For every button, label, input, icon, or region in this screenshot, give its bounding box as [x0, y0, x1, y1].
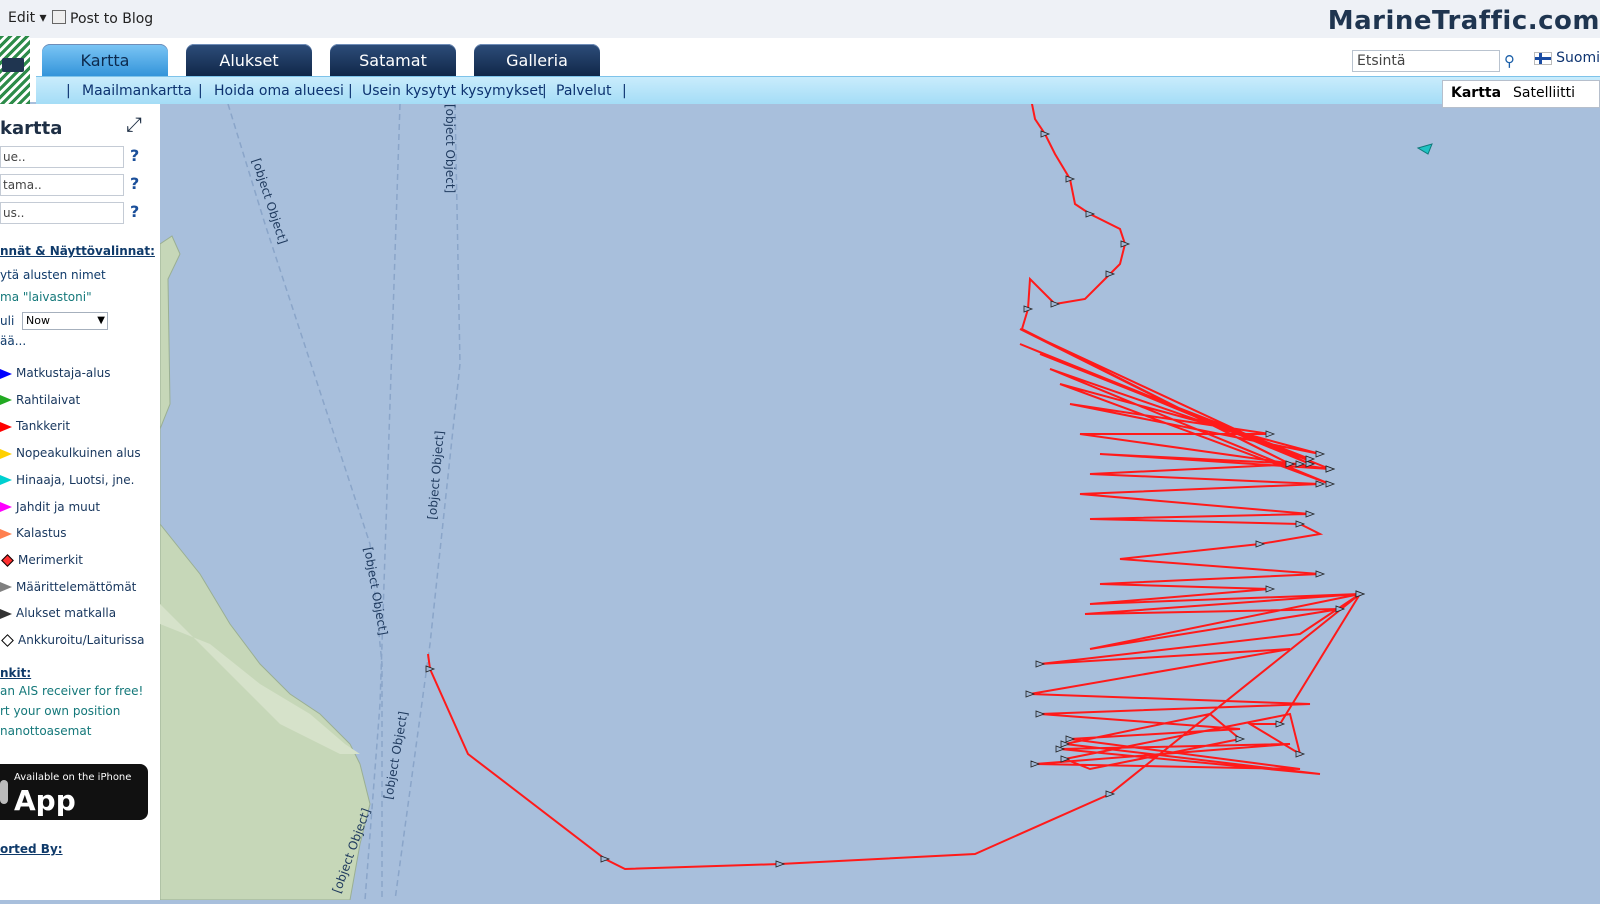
- legend-item[interactable]: Merimerkit: [0, 553, 83, 567]
- finland-flag-icon: [1534, 51, 1553, 65]
- vessel-type-icon: [0, 502, 12, 512]
- ship-icon: [2, 58, 24, 72]
- legend-label: Alukset matkalla: [16, 606, 117, 621]
- sea-area: [160, 104, 1600, 900]
- links-heading: nkit:: [0, 666, 32, 680]
- blog-icon: [52, 10, 66, 24]
- map-canvas[interactable]: [object Object] [object Object] [object …: [157, 90, 1600, 901]
- ais-receiver-link[interactable]: an AIS receiver for free!: [0, 684, 143, 698]
- search-icon[interactable]: ⚲: [1504, 52, 1522, 70]
- stations-link[interactable]: nanottoasemat: [0, 724, 91, 738]
- map-type-kartta[interactable]: Kartta: [1451, 85, 1501, 101]
- legend-label: Rahtilaivat: [16, 392, 81, 407]
- more-options-link[interactable]: ää...: [0, 334, 26, 348]
- legend-item[interactable]: Kalastus: [0, 526, 67, 540]
- top-toolbar: Edit ▾ Post to Blog MarineTraffic.com: [0, 0, 1600, 39]
- legend-item[interactable]: Tankkerit: [0, 419, 70, 433]
- legend-label: Ankkuroitu/Laiturissa: [18, 633, 145, 647]
- vessel-type-icon: [0, 448, 12, 459]
- divider: |: [66, 83, 71, 99]
- vessel-type-icon: [1, 554, 14, 567]
- vessel-type-icon: [1, 634, 14, 647]
- divider: |: [198, 83, 203, 99]
- legend-item[interactable]: Nopeakulkuinen alus: [0, 446, 141, 460]
- legend-label: Matkustaja-alus: [16, 366, 111, 380]
- divider: |: [348, 83, 353, 99]
- tab-satamat[interactable]: Satamat: [330, 44, 456, 78]
- divider: |: [622, 83, 627, 99]
- legend-item[interactable]: Hinaaja, Luotsi, jne.: [0, 473, 134, 487]
- settings-heading[interactable]: nnät & Näyttövalinnat:: [0, 244, 155, 258]
- port-search-input[interactable]: tama..: [0, 174, 124, 196]
- time-select[interactable]: Now ▼: [22, 312, 108, 330]
- vessel-type-icon: [0, 582, 12, 593]
- vessel-type-icon: [0, 395, 12, 406]
- post-blog-button[interactable]: Post to Blog: [52, 10, 153, 27]
- show-names-option[interactable]: ytä alusten nimet: [0, 268, 106, 282]
- fullscreen-icon[interactable]: ⤢: [126, 112, 142, 136]
- edit-menu[interactable]: Edit ▾: [8, 10, 47, 26]
- area-search-input[interactable]: ue..: [0, 146, 124, 168]
- time-label: uli: [0, 314, 15, 328]
- my-fleet-option[interactable]: ma "laivastoni": [0, 290, 92, 304]
- brand-logo: MarineTraffic.com: [1327, 6, 1600, 36]
- subnav: | Maailmankartta | Hoida oma alueesi | U…: [36, 76, 1600, 105]
- legend-label: Kalastus: [16, 526, 67, 541]
- vessel-type-icon: [0, 608, 12, 619]
- help-icon[interactable]: ?: [130, 146, 139, 165]
- nav-hoida-aluetta[interactable]: Hoida oma alueesi: [214, 83, 344, 99]
- help-icon[interactable]: ?: [130, 174, 139, 193]
- tab-galleria[interactable]: Galleria: [474, 44, 600, 78]
- vessel-type-icon: [0, 528, 12, 539]
- vessel-type-icon: [0, 421, 12, 432]
- legend-label: Jahdit ja muut: [16, 499, 101, 514]
- supported-by-label: orted By:: [0, 842, 63, 856]
- legend-item[interactable]: Määrittelemättömät: [0, 580, 136, 594]
- sidebar: kartta ⤢ ue.. ? tama.. ? us.. ? nnät & N…: [0, 104, 161, 900]
- tab-kartta[interactable]: Kartta: [42, 44, 168, 78]
- site-logo[interactable]: [0, 36, 30, 108]
- search-input[interactable]: Etsintä: [1352, 50, 1500, 72]
- vessel-type-icon: [0, 475, 12, 486]
- help-icon[interactable]: ?: [130, 202, 139, 221]
- map-type-satelliitti[interactable]: Satelliitti: [1513, 85, 1575, 101]
- chevron-down-icon: ▼: [97, 315, 105, 326]
- legend-item[interactable]: Rahtilaivat: [0, 393, 80, 407]
- vessel-search-input[interactable]: us..: [0, 202, 124, 224]
- legend-label: Hinaaja, Luotsi, jne.: [16, 472, 135, 487]
- legend-label: Nopeakulkuinen alus: [16, 446, 141, 461]
- divider: |: [542, 83, 547, 99]
- vessel-type-icon: [0, 368, 12, 379]
- route-label: [object Object]: [443, 104, 457, 193]
- legend-label: Tankkerit: [16, 419, 71, 434]
- app-store-badge[interactable]: Available on the iPhone App Store: [0, 764, 148, 850]
- legend-label: Määrittelemättömät: [16, 579, 137, 594]
- legend-item[interactable]: Matkustaja-alus: [0, 366, 110, 380]
- legend-item[interactable]: Ankkuroitu/Laiturissa: [0, 633, 144, 647]
- sidebar-title: kartta: [0, 118, 63, 139]
- map-type-toggle: Kartta Satelliitti: [1442, 80, 1600, 108]
- nav-palvelut[interactable]: Palvelut: [556, 83, 611, 99]
- legend-item[interactable]: Alukset matkalla: [0, 606, 116, 620]
- legend-item[interactable]: Jahdit ja muut: [0, 500, 100, 514]
- report-position-link[interactable]: rt your own position: [0, 704, 120, 718]
- nav-maailmankartta[interactable]: Maailmankartta: [82, 83, 192, 99]
- apple-icon: [0, 780, 8, 804]
- nav-ukk[interactable]: Usein kysytyt kysymykset: [362, 83, 543, 99]
- legend-label: Merimerkit: [18, 552, 83, 567]
- language-selector[interactable]: Suomi: [1534, 50, 1600, 66]
- map[interactable]: [object Object] [object Object] [object …: [157, 90, 1600, 901]
- tab-alukset[interactable]: Alukset: [186, 44, 312, 78]
